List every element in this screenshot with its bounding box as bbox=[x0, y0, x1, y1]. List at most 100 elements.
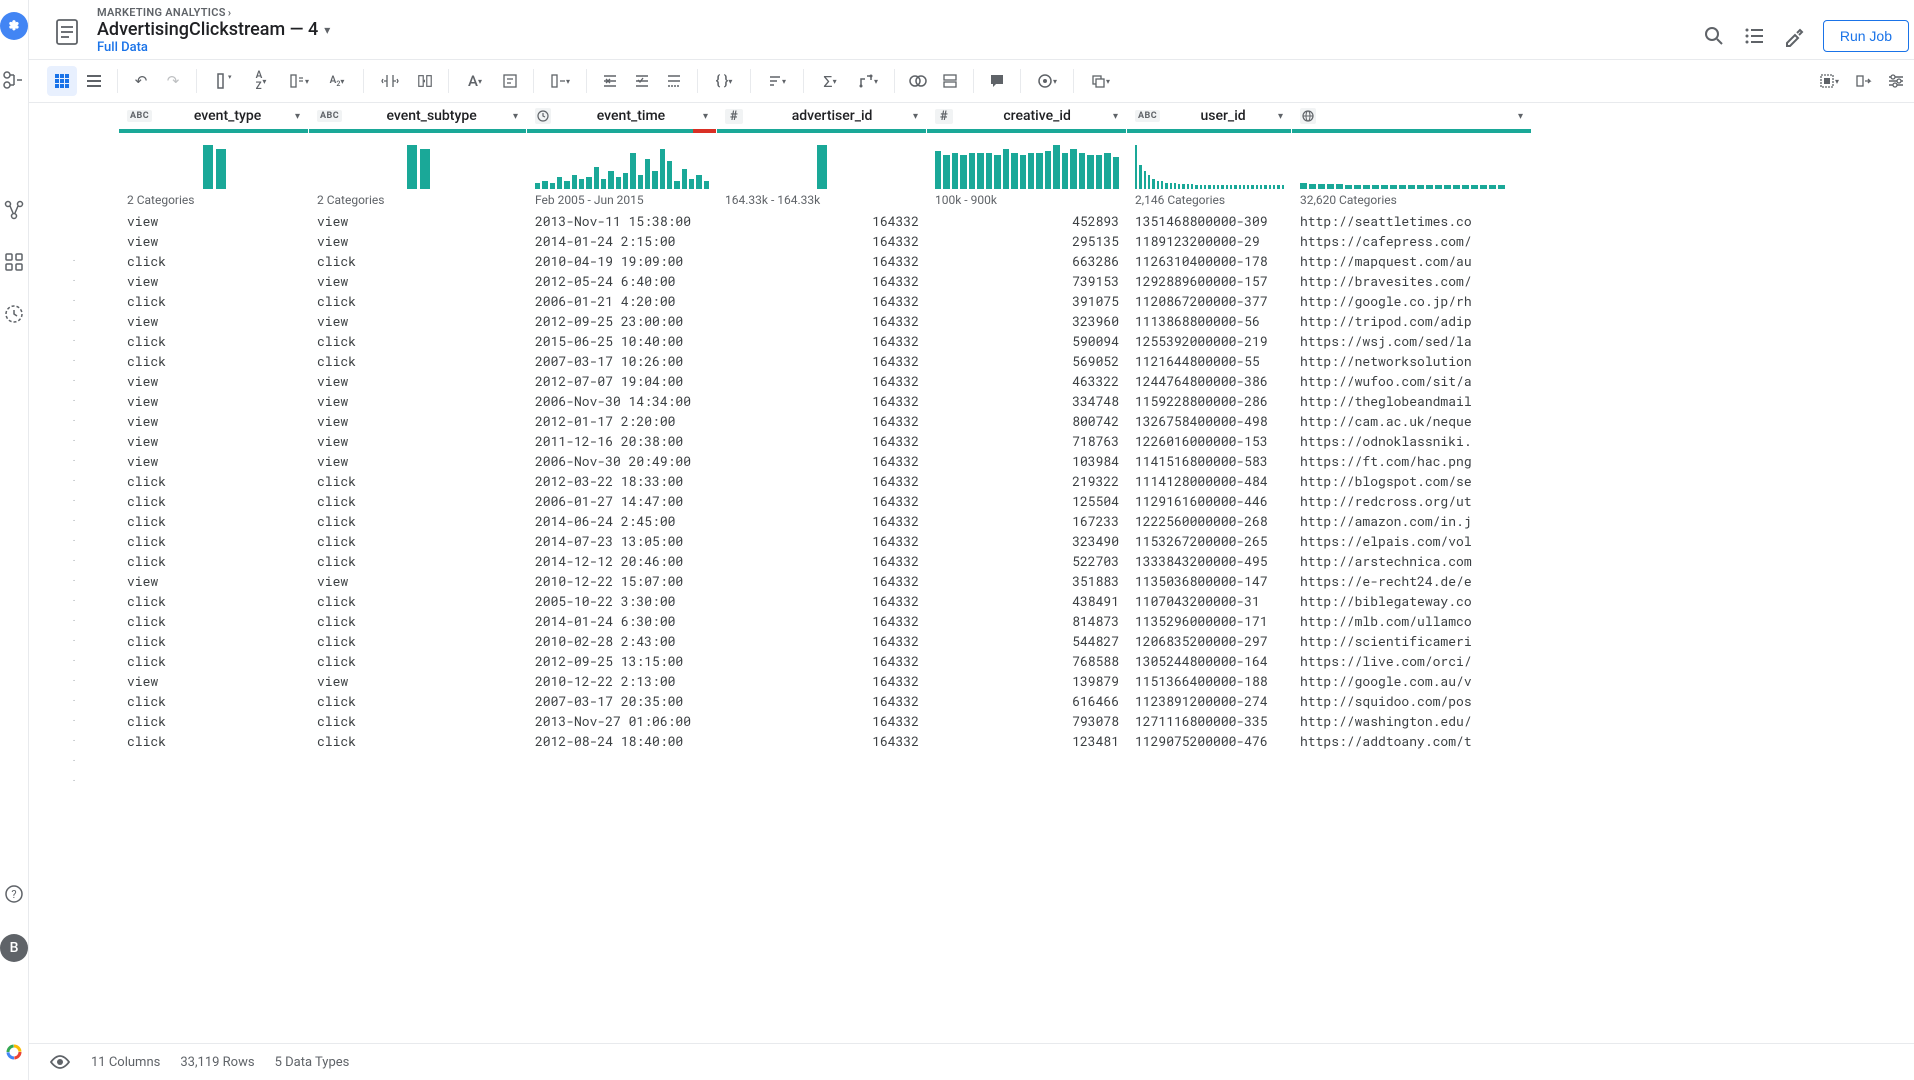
cell-event_type[interactable]: click bbox=[119, 352, 309, 370]
cell-advertiser_id[interactable]: 164332 bbox=[717, 572, 927, 590]
row-marker[interactable]: · bbox=[29, 491, 119, 511]
title-dropdown-icon[interactable]: ▾ bbox=[324, 23, 330, 37]
cell-advertiser_id[interactable]: 164332 bbox=[717, 412, 927, 430]
cell-event_subtype[interactable]: click bbox=[309, 492, 527, 510]
rename-button[interactable]: A2▾ bbox=[319, 66, 355, 96]
target-button[interactable]: ▾ bbox=[1029, 66, 1065, 96]
cell-user_id[interactable]: 1120867200000-377 bbox=[1127, 292, 1292, 310]
cell-event_type[interactable]: view bbox=[119, 452, 309, 470]
row-marker[interactable]: · bbox=[29, 551, 119, 571]
quality-bar-event_time[interactable] bbox=[527, 129, 717, 133]
table-row[interactable]: clickclick2012-08-24 18:40:0016433212348… bbox=[119, 731, 1914, 751]
grid-view-button[interactable] bbox=[47, 66, 77, 96]
cell-url[interactable]: http://amazon.com/in.j bbox=[1292, 512, 1532, 530]
cell-event_subtype[interactable]: view bbox=[309, 312, 527, 330]
row-marker[interactable]: · bbox=[29, 431, 119, 451]
cell-event_time[interactable]: 2012-08-24 18:40:00 bbox=[527, 732, 717, 750]
transform-preview-button[interactable] bbox=[1849, 66, 1879, 96]
split-col-button[interactable] bbox=[372, 66, 408, 96]
cell-event_time[interactable]: 2006-01-21 4:20:00 bbox=[527, 292, 717, 310]
cell-creative_id[interactable]: 167233 bbox=[927, 512, 1127, 530]
cell-user_id[interactable]: 1159228800000-286 bbox=[1127, 392, 1292, 410]
cell-url[interactable]: https://e-recht24.de/e bbox=[1292, 572, 1532, 590]
cell-advertiser_id[interactable]: 164332 bbox=[717, 352, 927, 370]
cell-event_subtype[interactable]: click bbox=[309, 712, 527, 730]
cell-user_id[interactable]: 1129075200000-476 bbox=[1127, 732, 1292, 750]
aggregate-button[interactable]: Σ▾ bbox=[812, 66, 848, 96]
column-header-event_type[interactable]: ABCevent_type▾ bbox=[119, 103, 309, 129]
cell-event_subtype[interactable]: click bbox=[309, 292, 527, 310]
cell-url[interactable]: http://cam.ac.uk/neque bbox=[1292, 412, 1532, 430]
cell-advertiser_id[interactable]: 164332 bbox=[717, 672, 927, 690]
cell-advertiser_id[interactable]: 164332 bbox=[717, 552, 927, 570]
quality-bar-creative_id[interactable] bbox=[927, 129, 1127, 133]
list-view-button[interactable] bbox=[79, 66, 109, 96]
table-row[interactable]: clickclick2006-01-21 4:20:00164332391075… bbox=[119, 291, 1914, 311]
cell-user_id[interactable]: 1121644800000-55 bbox=[1127, 352, 1292, 370]
cell-creative_id[interactable]: 334748 bbox=[927, 392, 1127, 410]
row-marker[interactable]: · bbox=[29, 511, 119, 531]
cell-event_subtype[interactable]: click bbox=[309, 732, 527, 750]
cell-creative_id[interactable]: 590094 bbox=[927, 332, 1127, 350]
cell-event_type[interactable]: click bbox=[119, 552, 309, 570]
cell-event_type[interactable]: click bbox=[119, 332, 309, 350]
cell-event_type[interactable]: click bbox=[119, 532, 309, 550]
cell-user_id[interactable]: 1333843200000-495 bbox=[1127, 552, 1292, 570]
cell-advertiser_id[interactable]: 164332 bbox=[717, 732, 927, 750]
cell-creative_id[interactable]: 438491 bbox=[927, 592, 1127, 610]
eyedropper-icon[interactable] bbox=[1783, 25, 1805, 47]
cell-url[interactable]: http://redcross.org/ut bbox=[1292, 492, 1532, 510]
table-row[interactable]: clickclick2006-01-27 14:47:0016433212550… bbox=[119, 491, 1914, 511]
cell-event_type[interactable]: click bbox=[119, 732, 309, 750]
cell-creative_id[interactable]: 800742 bbox=[927, 412, 1127, 430]
cell-event_type[interactable]: click bbox=[119, 512, 309, 530]
cell-url[interactable]: https://addtoany.com/t bbox=[1292, 732, 1532, 750]
flow-icon[interactable] bbox=[2, 68, 26, 92]
cell-advertiser_id[interactable]: 164332 bbox=[717, 212, 927, 230]
quality-bar-event_type[interactable] bbox=[119, 129, 309, 133]
cell-event_subtype[interactable]: view bbox=[309, 392, 527, 410]
cell-creative_id[interactable]: 814873 bbox=[927, 612, 1127, 630]
sort-rows-button[interactable]: ▾ bbox=[759, 66, 795, 96]
extract-button[interactable]: ▾ bbox=[542, 66, 578, 96]
cell-event_time[interactable]: 2012-09-25 13:15:00 bbox=[527, 652, 717, 670]
merge-col-button[interactable] bbox=[410, 66, 440, 96]
table-row[interactable]: clickclick2015-06-25 10:40:0016433259009… bbox=[119, 331, 1914, 351]
row-marker[interactable]: · bbox=[29, 571, 119, 591]
list-icon[interactable] bbox=[1743, 25, 1765, 47]
cell-event_time[interactable]: 2014-01-24 2:15:00 bbox=[527, 232, 717, 250]
cell-advertiser_id[interactable]: 164332 bbox=[717, 372, 927, 390]
row-marker[interactable]: · bbox=[29, 731, 119, 751]
cell-event_subtype[interactable]: view bbox=[309, 232, 527, 250]
quality-bar-user_id[interactable] bbox=[1127, 129, 1292, 133]
cell-advertiser_id[interactable]: 164332 bbox=[717, 292, 927, 310]
row-marker[interactable]: · bbox=[29, 311, 119, 331]
cell-event_time[interactable]: 2014-07-23 13:05:00 bbox=[527, 532, 717, 550]
cell-advertiser_id[interactable]: 164332 bbox=[717, 492, 927, 510]
cell-event_subtype[interactable]: view bbox=[309, 572, 527, 590]
cell-url[interactable]: http://google.co.jp/rh bbox=[1292, 292, 1532, 310]
cell-user_id[interactable]: 1135036800000-147 bbox=[1127, 572, 1292, 590]
cell-creative_id[interactable]: 793078 bbox=[927, 712, 1127, 730]
cell-user_id[interactable]: 1135296000000-171 bbox=[1127, 612, 1292, 630]
cell-advertiser_id[interactable]: 164332 bbox=[717, 452, 927, 470]
row-marker[interactable]: · bbox=[29, 691, 119, 711]
cell-user_id[interactable]: 1326758400000-498 bbox=[1127, 412, 1292, 430]
cell-creative_id[interactable]: 616466 bbox=[927, 692, 1127, 710]
cell-event_subtype[interactable]: view bbox=[309, 432, 527, 450]
row-marker[interactable]: · bbox=[29, 271, 119, 291]
table-row[interactable]: viewview2013-Nov-11 15:38:00164332452893… bbox=[119, 211, 1914, 231]
column-header-user_id[interactable]: ABCuser_id▾ bbox=[1127, 103, 1292, 129]
text-format-button[interactable]: A▾ bbox=[457, 66, 493, 96]
sort-button[interactable]: AZ▾ bbox=[243, 66, 279, 96]
cell-event_subtype[interactable]: click bbox=[309, 252, 527, 270]
table-row[interactable]: viewview2014-01-24 2:15:0016433229513511… bbox=[119, 231, 1914, 251]
keep-rows-button[interactable] bbox=[627, 66, 657, 96]
row-marker[interactable]: · bbox=[29, 451, 119, 471]
cell-advertiser_id[interactable]: 164332 bbox=[717, 232, 927, 250]
run-job-button[interactable]: Run Job bbox=[1823, 20, 1909, 52]
cell-user_id[interactable]: 1305244800000-164 bbox=[1127, 652, 1292, 670]
cell-user_id[interactable]: 1189123200000-29 bbox=[1127, 232, 1292, 250]
cell-event_time[interactable]: 2006-Nov-30 14:34:00 bbox=[527, 392, 717, 410]
table-row[interactable]: viewview2006-Nov-30 14:34:00164332334748… bbox=[119, 391, 1914, 411]
